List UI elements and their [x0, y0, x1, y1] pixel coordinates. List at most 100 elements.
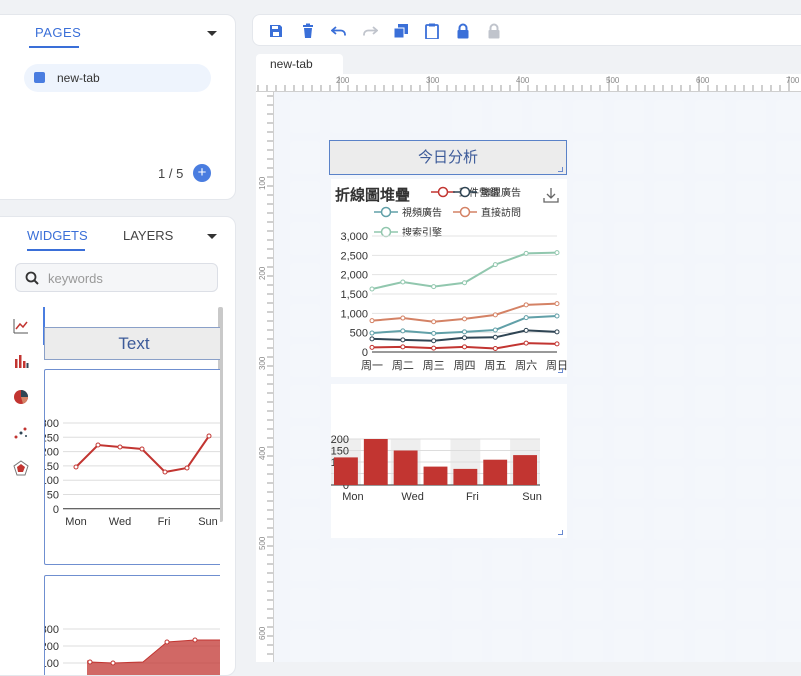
- grid-cell: [736, 222, 766, 256]
- y-tick-label: 200: [331, 434, 349, 446]
- search-icon: [25, 271, 39, 285]
- grid-cell: [492, 629, 522, 662]
- grid-cell: [370, 588, 400, 622]
- grid-cell: [654, 262, 684, 296]
- tab-canvas-new-tab[interactable]: new-tab: [256, 54, 343, 74]
- grid-cell: [573, 344, 603, 378]
- grid-cell: [614, 262, 644, 296]
- data-point: [492, 262, 498, 268]
- resize-handle[interactable]: [558, 368, 563, 373]
- grid-cell: [776, 547, 801, 581]
- grid-cell: [736, 588, 766, 622]
- grid-cell: [573, 629, 603, 662]
- grid-cell: [776, 425, 801, 459]
- x-tick-label: 周六: [515, 359, 537, 372]
- legend-label: 搜索引擎: [402, 226, 442, 239]
- data-point: [431, 330, 437, 336]
- bar-chart-icon[interactable]: [13, 353, 29, 369]
- data-point: [523, 340, 529, 346]
- unlock-icon[interactable]: [486, 23, 502, 39]
- line-chart-icon[interactable]: [13, 318, 29, 334]
- preview-point: [139, 446, 145, 452]
- grid-cell: [370, 629, 400, 662]
- paste-icon[interactable]: [424, 23, 440, 39]
- radar-chart-icon[interactable]: [13, 460, 29, 476]
- preview-x-tick: Sun: [198, 516, 218, 528]
- preview-point: [95, 442, 101, 448]
- grid-cell: [492, 100, 522, 133]
- resize-handle[interactable]: [558, 530, 563, 535]
- data-point: [369, 336, 375, 342]
- grid-cell: [695, 181, 725, 215]
- grid-cell: [695, 262, 725, 296]
- widget-area-chart[interactable]: 300 200 100: [44, 575, 220, 675]
- preview-y-tick: 200: [45, 641, 59, 653]
- save-icon[interactable]: [268, 23, 284, 39]
- grid-cell: [410, 629, 440, 662]
- widget-text[interactable]: Text: [44, 327, 220, 360]
- preview-line-svg: 300 250 200 150 100 50 0 Mon Wed Fri Sun: [45, 418, 220, 528]
- y-tick-label: 2,000: [340, 270, 368, 282]
- grid-cell: [330, 100, 360, 133]
- line-chart-svg: 折線圖堆疊 郵件營銷聯盟廣告視頻廣告 直接訪問搜索引擎 3,0002,5002,0…: [335, 186, 567, 372]
- legend-label: 視頻廣告: [402, 206, 442, 219]
- x-tick-label: 周一: [361, 359, 383, 372]
- data-point: [462, 329, 467, 335]
- pages-chevron-down-icon[interactable]: [207, 31, 217, 36]
- grid-cell: [695, 547, 725, 581]
- preview-y-tick: 0: [53, 504, 59, 516]
- undo-icon[interactable]: [331, 23, 347, 39]
- x-tick-label: Wed: [401, 491, 423, 503]
- tab-layers[interactable]: LAYERS: [123, 228, 173, 243]
- data-point: [369, 318, 375, 324]
- grid-cell: [532, 547, 562, 581]
- grid-cell: [654, 100, 684, 133]
- data-point: [400, 337, 406, 343]
- grid-cell: [410, 588, 440, 622]
- grid-cell: [654, 222, 684, 256]
- grid-cell: [614, 629, 644, 662]
- canvas-bar-chart[interactable]: 200150100500MonWedFriSun: [331, 384, 567, 538]
- pie-chart-icon[interactable]: [13, 389, 29, 405]
- data-point: [523, 315, 529, 321]
- grid-cell: [573, 181, 603, 215]
- tab-widgets[interactable]: WIDGETS: [27, 228, 88, 243]
- bar: [513, 455, 537, 485]
- ruler-label: 200: [336, 76, 350, 85]
- canvas-stage[interactable]: [274, 92, 801, 662]
- grid-cell: [736, 140, 766, 174]
- grid-cell: [614, 222, 644, 256]
- preview-point: [206, 433, 212, 439]
- delete-icon[interactable]: [300, 23, 316, 39]
- copy-icon[interactable]: [393, 23, 409, 39]
- redo-icon[interactable]: [362, 23, 378, 39]
- grid-cell: [654, 140, 684, 174]
- ruler-left: 100 200 300 400 500 600: [256, 92, 274, 662]
- grid-cell: [573, 547, 603, 581]
- add-page-button[interactable]: +: [193, 164, 211, 182]
- grid-cell: [776, 507, 801, 540]
- page-item-new-tab[interactable]: new-tab: [24, 64, 211, 92]
- grid-cell: [736, 547, 766, 581]
- scatter-chart-icon[interactable]: [13, 425, 29, 441]
- grid-cell: [776, 140, 801, 174]
- search-input[interactable]: keywords: [15, 263, 218, 292]
- data-point: [554, 329, 560, 335]
- grid-cell: [695, 100, 725, 133]
- legend-marker: [380, 206, 392, 218]
- data-point: [400, 279, 406, 285]
- lock-icon[interactable]: [455, 23, 471, 39]
- widgets-chevron-down-icon[interactable]: [207, 234, 217, 239]
- widget-line-chart[interactable]: 300 250 200 150 100 50 0 Mon Wed Fri Sun: [44, 369, 220, 565]
- legend-marker: [437, 186, 449, 198]
- grid-cell: [452, 629, 482, 662]
- download-icon[interactable]: [543, 188, 559, 203]
- grid-cell: [290, 181, 320, 215]
- grid-cell: [614, 466, 644, 500]
- grid-cell: [452, 588, 482, 622]
- resize-handle[interactable]: [558, 167, 563, 172]
- grid-cell: [290, 140, 320, 174]
- grid-cell: [614, 588, 644, 622]
- canvas-title-text[interactable]: 今日分析: [329, 140, 567, 175]
- canvas-line-chart[interactable]: 折線圖堆疊 郵件營銷 聯盟廣告 視頻廣告 直接訪問 搜索引擎 3,000 2,500 2,0…: [331, 179, 567, 377]
